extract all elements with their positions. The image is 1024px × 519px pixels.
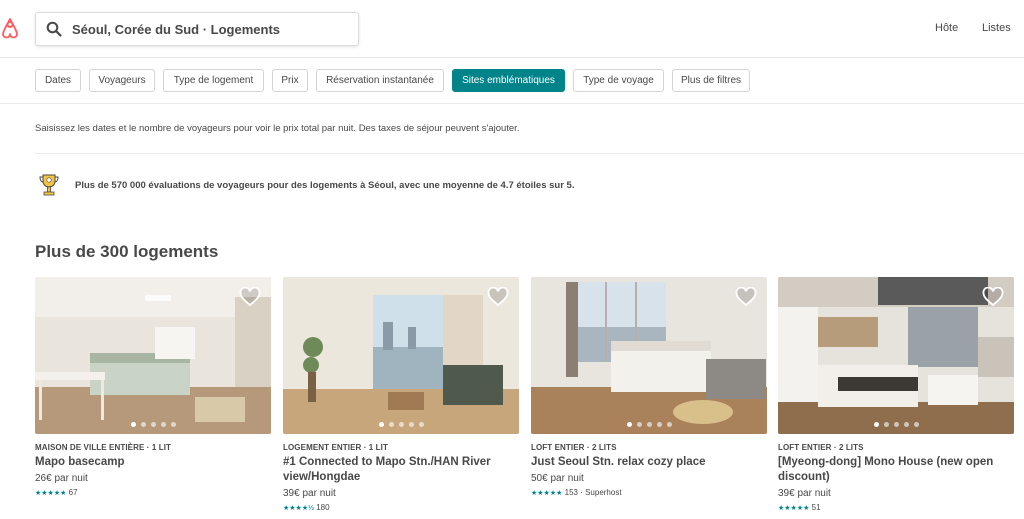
- review-count: 153 · Superhost: [564, 488, 622, 497]
- photo-pagination[interactable]: [283, 422, 519, 427]
- listing-type: LOFT ENTIER · 2 LITS: [778, 443, 864, 452]
- listing-type: LOGEMENT ENTIER · 1 LIT: [283, 443, 388, 452]
- listing-photo[interactable]: [35, 277, 271, 434]
- listing-rating: ★★★★★ 51: [778, 503, 821, 512]
- listing-rating: ★★★★★ 153 · Superhost: [531, 488, 622, 497]
- star-rating-icon: ★★★★★: [35, 490, 67, 497]
- listing-rating: ★★★★½ 180: [283, 503, 330, 512]
- listing-rating: ★★★★★ 67: [35, 488, 78, 497]
- listing-photo[interactable]: [778, 277, 1014, 434]
- filter-landmarks-button[interactable]: Sites emblématiques: [452, 69, 565, 92]
- heart-icon[interactable]: [239, 287, 261, 307]
- star-rating-icon: ★★★★★: [531, 490, 563, 497]
- room-photo: [283, 277, 519, 434]
- room-photo: [35, 277, 271, 434]
- top-header: Séoul, Corée du Sud · Logements Hôte Lis…: [0, 0, 1024, 58]
- filter-trip-type-button[interactable]: Type de voyage: [573, 69, 664, 92]
- filter-price-button[interactable]: Prix: [272, 69, 308, 92]
- star-rating-icon: ★★★★½: [283, 505, 314, 512]
- airbnb-logo-icon[interactable]: [0, 17, 20, 41]
- trophy-icon: [39, 174, 59, 196]
- listing-title[interactable]: Just Seoul Stn. relax cozy place: [531, 455, 761, 470]
- price-notice: Saisissez les dates et le nombre de voya…: [35, 123, 520, 134]
- nav-host-link[interactable]: Hôte: [935, 22, 958, 34]
- filter-home-type-button[interactable]: Type de logement: [163, 69, 264, 92]
- nav-lists-link[interactable]: Listes: [982, 22, 1011, 34]
- listing-photo[interactable]: [531, 277, 767, 434]
- listing-photo[interactable]: [283, 277, 519, 434]
- filter-more-button[interactable]: Plus de filtres: [672, 69, 750, 92]
- search-bar[interactable]: Séoul, Corée du Sud · Logements: [35, 12, 359, 46]
- room-photo: [778, 277, 1014, 434]
- photo-pagination[interactable]: [531, 422, 767, 427]
- heart-icon[interactable]: [487, 287, 509, 307]
- listing-card[interactable]: MAISON DE VILLE ENTIÈRE · 1 LIT Mapo bas…: [35, 277, 271, 519]
- listing-card[interactable]: LOFT ENTIER · 2 LITS [Myeong-dong] Mono …: [778, 277, 1014, 519]
- listing-title[interactable]: [Myeong-dong] Mono House (new open disco…: [778, 455, 1008, 485]
- heart-icon[interactable]: [982, 287, 1004, 307]
- heart-icon[interactable]: [735, 287, 757, 307]
- results-heading: Plus de 300 logements: [35, 242, 219, 261]
- listing-price: 26€ par nuit: [35, 473, 88, 484]
- listing-card[interactable]: LOGEMENT ENTIER · 1 LIT #1 Connected to …: [283, 277, 519, 519]
- listing-type: MAISON DE VILLE ENTIÈRE · 1 LIT: [35, 443, 171, 452]
- review-count: 51: [811, 503, 821, 512]
- filter-bar: Dates Voyageurs Type de logement Prix Ré…: [0, 58, 1024, 104]
- search-input-value[interactable]: Séoul, Corée du Sud · Logements: [72, 22, 280, 37]
- photo-pagination[interactable]: [35, 422, 271, 427]
- review-count: 67: [68, 488, 78, 497]
- reviews-banner: Plus de 570 000 évaluations de voyageurs…: [75, 180, 575, 191]
- listing-type: LOFT ENTIER · 2 LITS: [531, 443, 617, 452]
- star-rating-icon: ★★★★★: [778, 505, 810, 512]
- filter-dates-button[interactable]: Dates: [35, 69, 81, 92]
- search-icon: [46, 21, 62, 37]
- photo-pagination[interactable]: [778, 422, 1014, 427]
- listing-card[interactable]: LOFT ENTIER · 2 LITS Just Seoul Stn. rel…: [531, 277, 767, 519]
- review-count: 180: [316, 503, 330, 512]
- filter-instant-book-button[interactable]: Réservation instantanée: [316, 69, 444, 92]
- room-photo: [531, 277, 767, 434]
- listing-title[interactable]: #1 Connected to Mapo Stn./HAN River view…: [283, 455, 513, 485]
- listing-title[interactable]: Mapo basecamp: [35, 455, 265, 470]
- filter-guests-button[interactable]: Voyageurs: [89, 69, 155, 92]
- listing-price: 39€ par nuit: [778, 488, 831, 499]
- listing-price: 39€ par nuit: [283, 488, 336, 499]
- listing-price: 50€ par nuit: [531, 473, 584, 484]
- divider: [35, 153, 1024, 154]
